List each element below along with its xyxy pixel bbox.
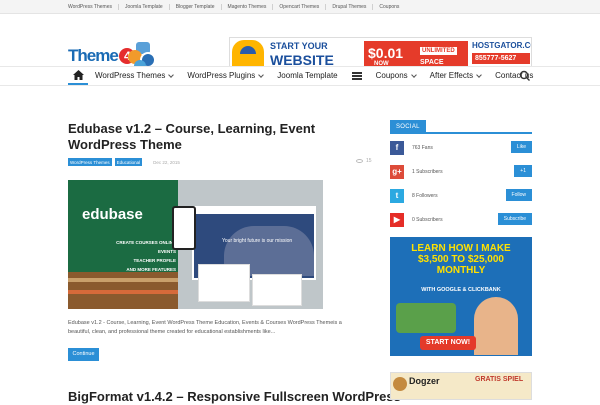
social-row-googleplus: g+ 1 Subscribers +1 bbox=[390, 161, 532, 182]
twitter-icon[interactable]: t bbox=[390, 188, 404, 203]
nav-item-wordpress-plugins[interactable]: WordPress Plugins bbox=[180, 67, 270, 85]
youtube-icon[interactable]: ▶ bbox=[390, 212, 404, 227]
post-tag-wordpress-themes[interactable]: WordPress Themes bbox=[68, 158, 112, 166]
social-row-youtube: ▶ 0 Subscribers Subscribe bbox=[390, 209, 532, 230]
topbar-link-blogger-template[interactable]: Blogger Template bbox=[170, 4, 222, 10]
continue-button[interactable]: Continue bbox=[68, 348, 99, 361]
dog-icon bbox=[393, 377, 407, 391]
topbar-link-opencart-themes[interactable]: Opencart Themes bbox=[273, 4, 327, 10]
nav-home[interactable] bbox=[68, 67, 88, 85]
facebook-icon[interactable]: f bbox=[390, 140, 404, 155]
post-date: Dec 22, 2015 bbox=[153, 159, 180, 165]
money-icon bbox=[396, 303, 456, 333]
post-excerpt: Edubase v1.2 - Course, Learning, Event W… bbox=[68, 320, 342, 335]
chevron-down-icon bbox=[258, 72, 265, 78]
nav-item-after-effects[interactable]: After Effects bbox=[423, 67, 488, 85]
post-tag-educational[interactable]: Educational bbox=[114, 158, 143, 166]
home-icon bbox=[72, 70, 84, 80]
topbar-link-coupons[interactable]: Coupons bbox=[373, 4, 405, 10]
topbar-links: WordPress Themes Joomla Template Blogger… bbox=[64, 0, 405, 14]
topbar: WordPress Themes Joomla Template Blogger… bbox=[0, 0, 600, 14]
nav-item-joomla-template[interactable]: Joomla Template bbox=[270, 67, 344, 85]
facebook-like-button[interactable]: Like bbox=[510, 141, 532, 153]
chevron-down-icon bbox=[168, 72, 175, 78]
chevron-down-icon bbox=[476, 72, 482, 78]
post-views: 15 bbox=[356, 158, 372, 164]
topbar-link-wordpress-themes[interactable]: WordPress Themes bbox=[64, 4, 119, 10]
dogzer-ad[interactable]: Dogzer GRATIS SPIEL bbox=[390, 372, 532, 400]
post-title[interactable]: Edubase v1.2 – Course, Learning, Event W… bbox=[68, 121, 368, 153]
clickbank-ad[interactable]: LEARN HOW I MAKE $3,500 TO $25,000 MONTH… bbox=[390, 237, 532, 356]
sidebar: SOCIAL f 763 Fans Like g+ 1 Subscribers … bbox=[390, 120, 532, 230]
start-now-button[interactable]: START NOW! bbox=[420, 336, 476, 350]
googleplus-plus-one-button[interactable]: +1 bbox=[514, 165, 532, 177]
nav-item-coupons[interactable]: Coupons bbox=[369, 67, 423, 85]
search-icon[interactable] bbox=[519, 70, 531, 82]
post-title-2[interactable]: BigFormat v1.4.2 – Responsive Fullscreen… bbox=[68, 389, 401, 405]
twitter-follow-button[interactable]: Follow bbox=[505, 189, 532, 201]
post-meta: WordPress Themes Educational Dec 22, 201… bbox=[68, 158, 180, 166]
feature-list: CREATE COURSES ONLINE EVENTS TEACHER PRO… bbox=[116, 240, 176, 272]
site-header: Theme4me START YOUR WEBSITE $0.01 NOW UN… bbox=[0, 14, 600, 85]
hamburger-icon bbox=[351, 72, 362, 80]
social-row-facebook: f 763 Fans Like bbox=[390, 137, 532, 158]
edubase-brand: edubase bbox=[82, 206, 143, 223]
eye-icon bbox=[356, 159, 363, 163]
youtube-subscribe-button[interactable]: Subscribe bbox=[497, 213, 532, 225]
post-featured-image[interactable]: edubase CREATE COURSES ONLINE EVENTS TEA… bbox=[68, 180, 323, 309]
googleplus-icon[interactable]: g+ bbox=[390, 164, 404, 179]
topbar-link-drupal-themes[interactable]: Drupal Themes bbox=[326, 4, 374, 10]
chevron-down-icon bbox=[410, 72, 417, 78]
topbar-link-magento-themes[interactable]: Magento Themes bbox=[222, 4, 274, 10]
social-widget-heading: SOCIAL bbox=[390, 120, 532, 134]
main-nav: WordPress Themes WordPress Plugins Jooml… bbox=[0, 66, 600, 86]
phone-mockup bbox=[172, 206, 196, 250]
topbar-link-joomla-template[interactable]: Joomla Template bbox=[119, 4, 170, 10]
nav-menu-toggle[interactable] bbox=[345, 67, 369, 85]
nav-item-wordpress-themes[interactable]: WordPress Themes bbox=[88, 67, 180, 85]
social-row-twitter: t 8 Followers Follow bbox=[390, 185, 532, 206]
nav-item-contact-us[interactable]: Contact us bbox=[488, 67, 540, 85]
person-image bbox=[474, 297, 518, 355]
